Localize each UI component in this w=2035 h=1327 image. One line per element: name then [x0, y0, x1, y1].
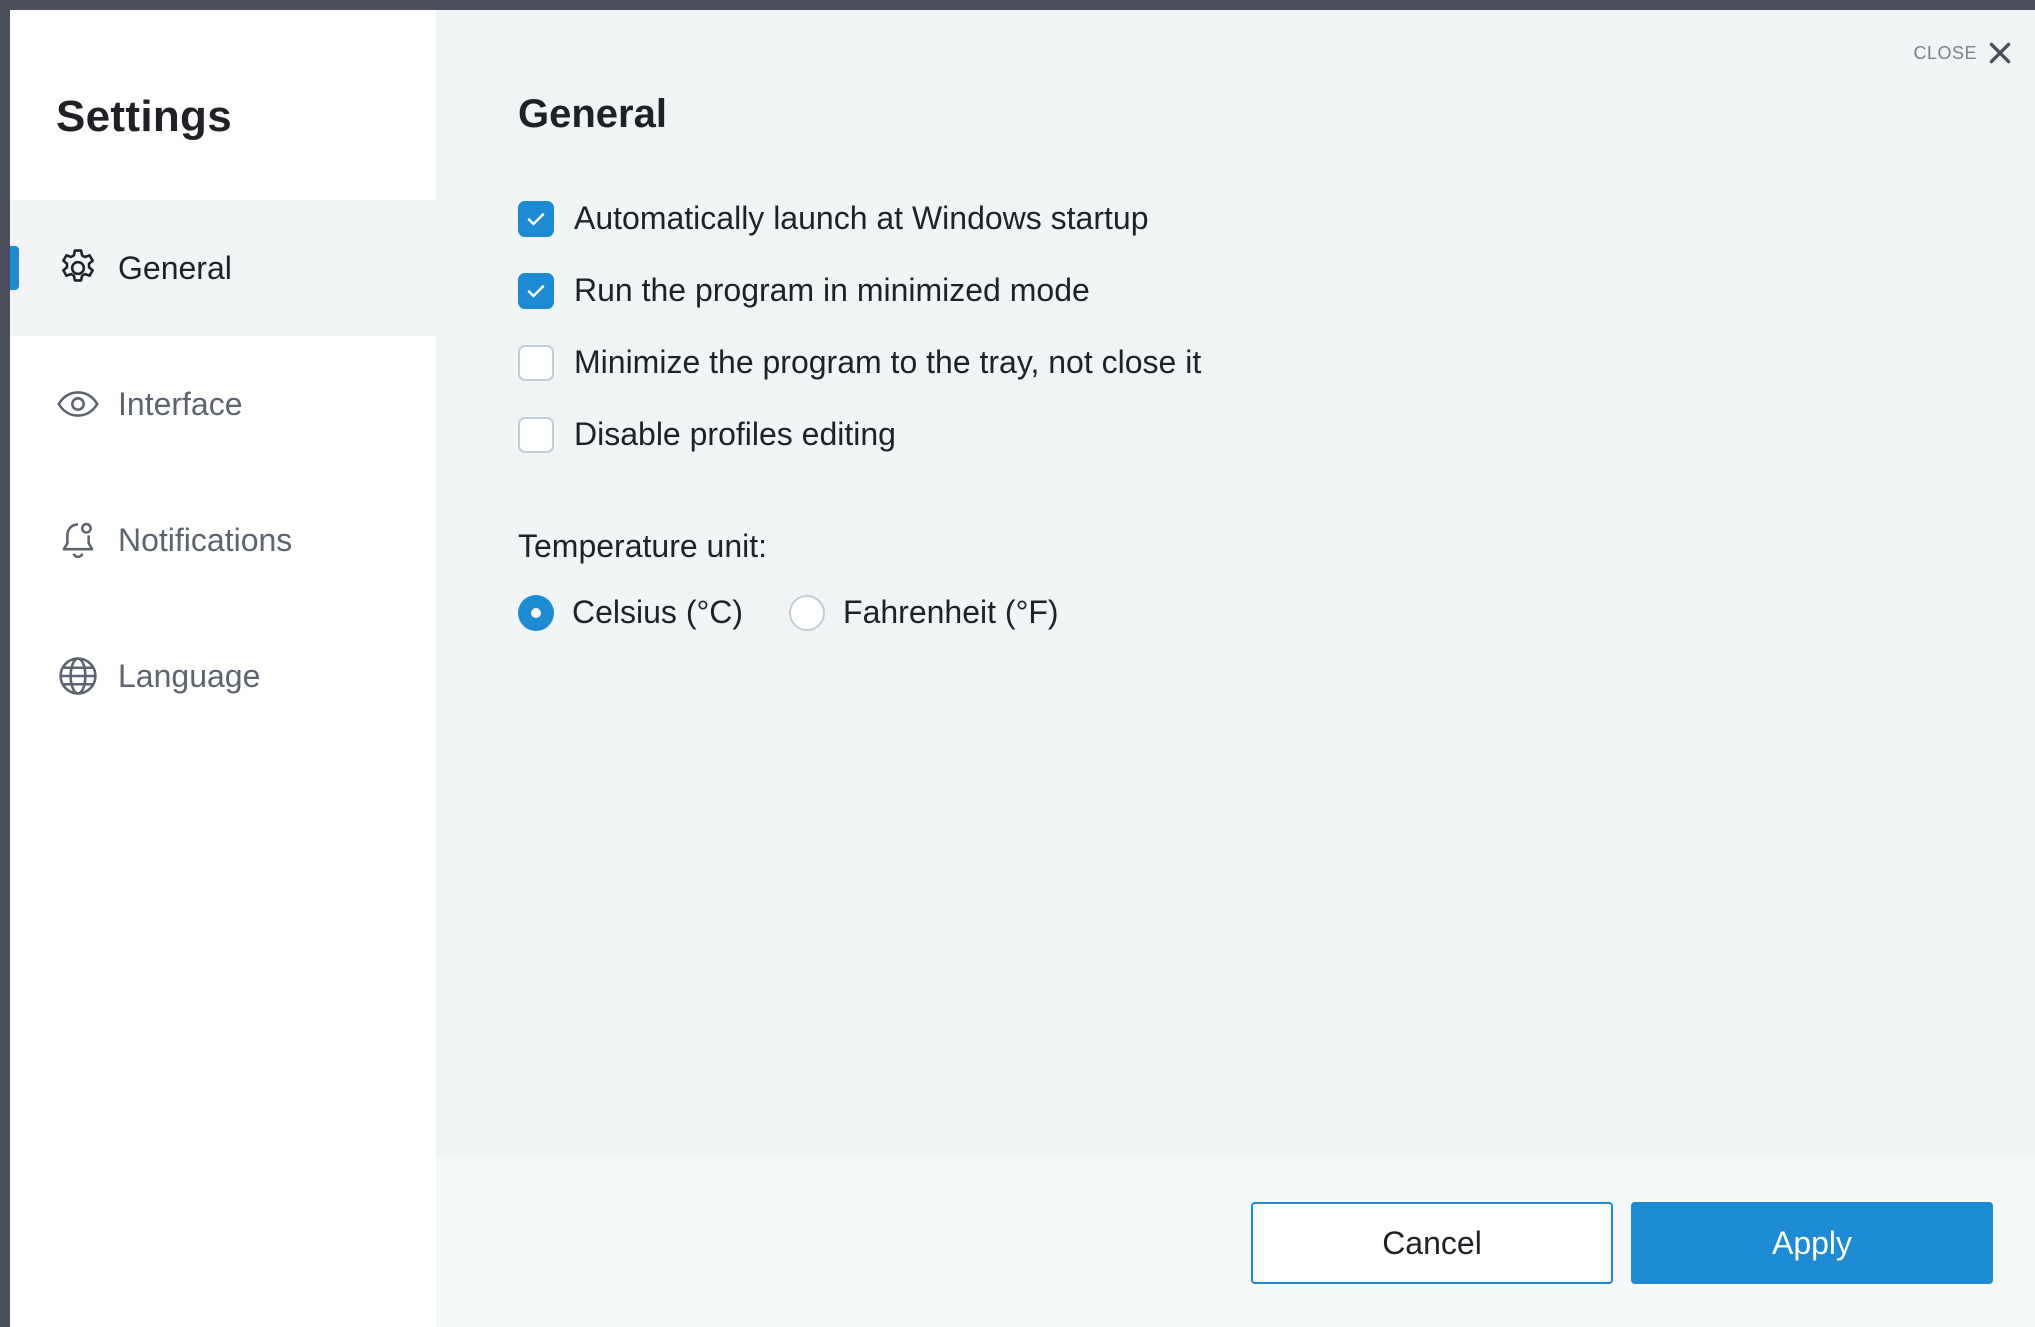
option-label: Minimize the program to the tray, not cl… — [574, 344, 1202, 380]
fahrenheit-radio[interactable] — [789, 594, 826, 631]
temperature-unit-label: Temperature unit: — [518, 528, 768, 564]
sidebar-item-label: Interface — [118, 385, 243, 422]
sidebar-title: Settings — [56, 92, 232, 141]
gear-icon — [56, 246, 100, 290]
radio-label: Fahrenheit (°F) — [843, 594, 1059, 630]
option-auto-launch[interactable]: Automatically launch at Windows startup — [518, 200, 1148, 237]
globe-icon — [56, 654, 100, 698]
minimized-mode-checkbox[interactable] — [518, 272, 554, 309]
check-icon — [527, 212, 545, 225]
eye-icon — [56, 382, 100, 426]
celsius-radio[interactable] — [518, 594, 554, 631]
close-icon — [1989, 42, 2011, 64]
minimize-to-tray-checkbox[interactable] — [518, 344, 554, 381]
settings-window: Settings General Interface Notifications… — [10, 10, 2035, 1327]
sidebar: Settings General Interface Notifications… — [10, 10, 436, 1327]
option-label: Automatically launch at Windows startup — [574, 200, 1149, 236]
close-button[interactable]: CLOSE — [1913, 40, 2013, 66]
dialog-footer: Cancel Apply — [436, 1157, 2035, 1327]
sidebar-item-notifications[interactable]: Notifications — [10, 472, 436, 608]
option-label: Disable profiles editing — [574, 416, 896, 452]
radio-option-fahrenheit[interactable]: Fahrenheit (°F) — [789, 594, 1059, 631]
option-minimize-to-tray[interactable]: Minimize the program to the tray, not cl… — [518, 344, 1201, 381]
close-label: CLOSE — [1913, 42, 1977, 63]
cancel-button[interactable]: Cancel — [1251, 1202, 1613, 1284]
option-label: Run the program in minimized mode — [574, 272, 1090, 308]
sidebar-item-general[interactable]: General — [10, 200, 436, 336]
radio-label: Celsius (°C) — [572, 594, 744, 630]
sidebar-item-interface[interactable]: Interface — [10, 336, 436, 472]
auto-launch-checkbox[interactable] — [518, 200, 554, 237]
sidebar-item-label: General — [118, 249, 232, 286]
disable-profiles-editing-checkbox[interactable] — [518, 416, 554, 453]
sidebar-item-language[interactable]: Language — [10, 608, 436, 744]
radio-option-celsius[interactable]: Celsius (°C) — [518, 594, 743, 631]
option-disable-profiles-editing[interactable]: Disable profiles editing — [518, 416, 896, 453]
settings-content: CLOSE General Automatically launch at Wi… — [436, 10, 2035, 1157]
sidebar-item-label: Language — [118, 657, 261, 694]
check-icon — [527, 284, 545, 297]
bell-icon — [56, 518, 100, 562]
page-title: General — [518, 92, 667, 136]
sidebar-item-label: Notifications — [118, 521, 293, 558]
apply-button[interactable]: Apply — [1631, 1202, 1993, 1284]
option-minimized-mode[interactable]: Run the program in minimized mode — [518, 272, 1090, 309]
temperature-unit-radio-group: Celsius (°C) Fahrenheit (°F) — [518, 594, 1105, 631]
